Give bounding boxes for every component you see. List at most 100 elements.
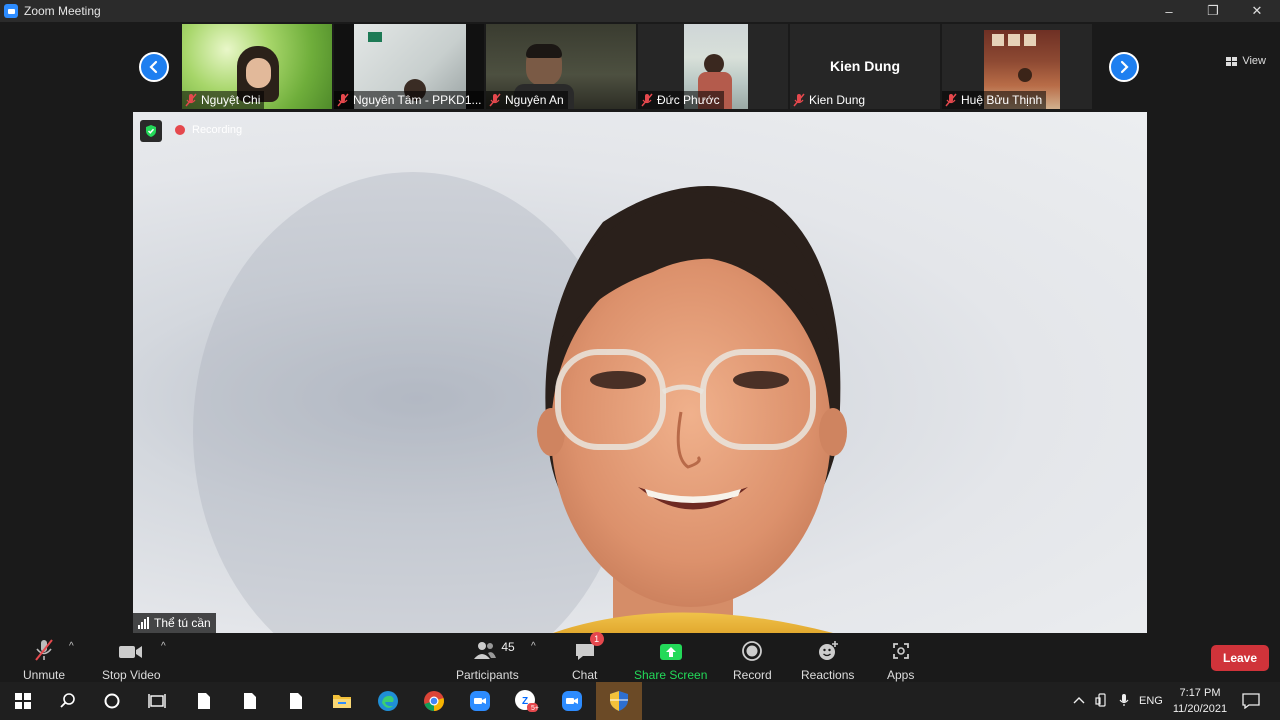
- cortana-icon: [104, 693, 120, 709]
- recording-label: Recording: [192, 124, 243, 136]
- taskbar-zalo[interactable]: Z 5+: [503, 682, 549, 720]
- participant-namebar: Nguyên Tâm - PPKD1...: [334, 91, 484, 109]
- document-icon: [244, 693, 256, 709]
- unmute-label: Unmute: [23, 668, 66, 682]
- signal-strength-icon: [138, 617, 149, 629]
- taskbar-clock[interactable]: 7:17 PM 11/20/2021: [1168, 685, 1232, 717]
- taskbar-zoom[interactable]: [457, 682, 503, 720]
- participant-name: Nguyệt Chi: [201, 93, 261, 107]
- apps-label: Apps: [887, 668, 915, 682]
- recording-indicator[interactable]: Recording: [175, 124, 242, 136]
- video-camera-icon: [119, 646, 143, 658]
- speaker-video-frame: [193, 172, 847, 633]
- cortana-button[interactable]: [89, 682, 135, 720]
- participant-display-name: Kien Dung: [830, 58, 900, 74]
- notifications-button[interactable]: [1228, 682, 1274, 720]
- chevron-right-icon: [1120, 60, 1129, 74]
- participants-button[interactable]: 45 Participants: [456, 638, 519, 682]
- notification-icon: [1242, 693, 1260, 709]
- window-title: Zoom Meeting: [24, 4, 101, 18]
- meeting-toolbar: Unmute ^ Stop Video ^ 45 Participants ^ …: [0, 632, 1280, 682]
- chat-unread-badge: 1: [589, 632, 604, 646]
- mic-muted-icon: [641, 93, 653, 107]
- system-tray: ENG: [1071, 682, 1163, 720]
- chevron-left-icon: [149, 60, 158, 74]
- participant-tile[interactable]: Đức Phước: [638, 24, 788, 109]
- share-screen-button[interactable]: Share Screen: [634, 638, 707, 682]
- participant-tile[interactable]: Nguyên An: [486, 24, 636, 109]
- security-shield-icon[interactable]: [140, 120, 162, 142]
- participant-name: Kien Dung: [809, 93, 866, 107]
- stop-video-label: Stop Video: [102, 668, 161, 682]
- microphone-icon[interactable]: [1119, 693, 1129, 710]
- participant-name: Nguyên An: [505, 93, 564, 107]
- clock-date: 11/20/2021: [1172, 703, 1228, 715]
- gallery-strip: Nguyệt Chi Nguyên Tâm - PPKD1... Nguyên …: [0, 22, 1280, 112]
- recording-dot-icon: [175, 125, 185, 135]
- mic-muted-icon: [793, 93, 805, 107]
- participant-tile[interactable]: Nguyên Tâm - PPKD1...: [334, 24, 484, 109]
- task-view-button[interactable]: [134, 682, 180, 720]
- participant-tile[interactable]: Nguyệt Chi: [182, 24, 332, 109]
- participant-name: Nguyên Tâm - PPKD1...: [353, 93, 482, 107]
- view-label: View: [1242, 55, 1266, 67]
- taskbar-document-app[interactable]: [273, 682, 319, 720]
- participants-options-caret[interactable]: ^: [531, 641, 536, 652]
- folder-icon: [333, 695, 351, 708]
- participant-namebar: Đức Phước: [638, 91, 724, 109]
- participant-count: 45: [501, 640, 515, 654]
- restore-button[interactable]: ❐: [1190, 0, 1236, 22]
- taskbar-file-explorer[interactable]: [319, 682, 365, 720]
- taskbar-edge[interactable]: [365, 682, 411, 720]
- participants-icon: [474, 642, 497, 659]
- mic-muted-icon: [945, 93, 957, 107]
- chrome-browser-icon: [424, 691, 444, 711]
- taskbar-document-app[interactable]: [227, 682, 273, 720]
- language-indicator[interactable]: ENG: [1139, 695, 1163, 707]
- participant-tile[interactable]: Huệ Bửu Thịnh: [942, 24, 1092, 109]
- close-button[interactable]: ✕: [1234, 0, 1280, 22]
- zoom-app-icon: [470, 691, 490, 711]
- taskbar-chrome[interactable]: [411, 682, 457, 720]
- view-button[interactable]: View: [1226, 55, 1266, 67]
- participant-tile[interactable]: Kien Dung Kien Dung: [790, 24, 940, 109]
- device-icon[interactable]: [1095, 692, 1109, 710]
- taskbar-document-app[interactable]: [181, 682, 227, 720]
- share-screen-label: Share Screen: [634, 668, 708, 682]
- stop-video-button[interactable]: Stop Video: [102, 638, 161, 682]
- taskbar-security-shield[interactable]: [596, 682, 642, 720]
- audio-options-caret[interactable]: ^: [69, 641, 74, 652]
- zoom-app-icon: [4, 4, 18, 18]
- mic-muted-icon: [35, 639, 53, 661]
- apps-button[interactable]: Apps: [887, 638, 914, 682]
- chat-icon: [575, 644, 594, 660]
- participant-namebar: Nguyệt Chi: [182, 91, 265, 109]
- participant-namebar: Nguyên An: [486, 91, 568, 109]
- taskbar-zoom[interactable]: [549, 682, 595, 720]
- shield-icon: [610, 691, 628, 711]
- participant-namebar: Huệ Bửu Thịnh: [942, 91, 1047, 109]
- search-button[interactable]: [45, 682, 91, 720]
- record-label: Record: [733, 668, 772, 682]
- unmute-button[interactable]: Unmute: [23, 638, 65, 682]
- grid-view-icon: [1226, 56, 1238, 66]
- participant-name: Huệ Bửu Thịnh: [961, 93, 1043, 107]
- video-options-caret[interactable]: ^: [161, 641, 166, 652]
- task-view-icon: [148, 694, 166, 708]
- chevron-up-icon[interactable]: [1071, 695, 1087, 707]
- leave-button[interactable]: Leave: [1211, 645, 1269, 671]
- gallery-prev-button[interactable]: [139, 52, 169, 82]
- svg-text:Z: Z: [522, 696, 528, 707]
- gallery-next-button[interactable]: [1109, 52, 1139, 82]
- record-button[interactable]: Record: [733, 638, 772, 682]
- start-button[interactable]: [0, 682, 46, 720]
- record-icon: [742, 641, 763, 661]
- apps-icon: [892, 643, 909, 659]
- participant-namebar: Kien Dung: [790, 91, 869, 109]
- minimize-button[interactable]: –: [1146, 0, 1192, 22]
- chat-button[interactable]: 1 Chat: [572, 632, 604, 682]
- reactions-label: Reactions: [801, 668, 855, 682]
- reactions-button[interactable]: Reactions: [801, 638, 854, 682]
- title-bar: Zoom Meeting – ❐ ✕: [0, 0, 1280, 22]
- mic-muted-icon: [337, 93, 349, 107]
